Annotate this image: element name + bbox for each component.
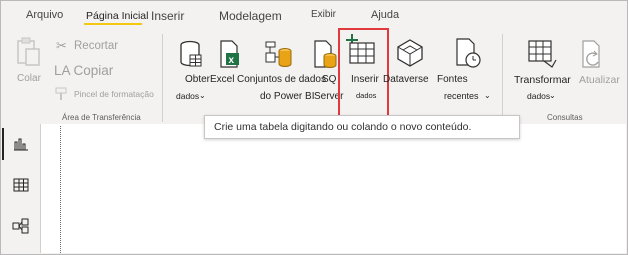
database-icon	[180, 40, 202, 67]
transform-data-icon	[528, 40, 557, 68]
chevron-down-icon: ⌄	[199, 91, 206, 100]
chevron-down-icon: ⌄	[484, 91, 491, 100]
canvas-page-boundary	[60, 126, 61, 253]
refresh-icon	[582, 40, 600, 68]
queries-group-label: Consultas	[547, 113, 583, 122]
format-painter-button[interactable]: Pincel de formatação	[74, 89, 154, 99]
data-view-icon[interactable]	[13, 178, 29, 192]
recent-sources-icon	[456, 38, 481, 68]
datasets-label: Conjuntos de dados	[237, 74, 326, 85]
copy-button[interactable]: LA Copiar	[54, 63, 113, 78]
tooltip-text: Crie uma tabela digitando ou colando o n…	[214, 121, 472, 133]
tab-inserir[interactable]: Inserir	[151, 9, 184, 23]
recent-sources-label: Fontes	[437, 74, 468, 85]
chevron-down-icon: ⌄	[549, 91, 556, 100]
refresh-label: Atualizar	[579, 74, 620, 86]
format-painter-icon	[55, 87, 67, 100]
tab-ajuda[interactable]: Ajuda	[371, 9, 399, 21]
group-separator	[502, 34, 503, 122]
recent-sources-label-2: recentes	[444, 91, 479, 101]
transform-data-label: Transformar	[514, 74, 571, 86]
active-view-indicator	[2, 128, 4, 160]
enter-data-tooltip: Crie uma tabela digitando ou colando o n…	[204, 115, 520, 139]
svg-text:x: x	[229, 55, 235, 66]
tab-modelagem[interactable]: Modelagem	[219, 9, 282, 23]
excel-label: Excel	[210, 74, 235, 85]
enter-data-highlight	[338, 28, 389, 117]
datasets-label-2: do Power BI	[260, 91, 315, 102]
cut-icon: ✂	[56, 38, 67, 53]
transform-data-label-2: dados	[527, 91, 551, 101]
sql-server-icon	[314, 40, 337, 68]
tab-pagina-inicial[interactable]: Página Inicial	[86, 10, 148, 22]
sql-server-label: SQ	[322, 74, 337, 85]
paste-label: Colar	[17, 73, 41, 84]
tab-exibir[interactable]: Exibir	[311, 9, 336, 20]
excel-icon: x	[220, 40, 239, 68]
paste-icon	[17, 37, 40, 66]
cut-button[interactable]: Recortar	[74, 40, 118, 52]
tab-arquivo[interactable]: Arquivo	[26, 9, 63, 21]
report-canvas[interactable]	[41, 124, 626, 253]
dataverse-label: Dataverse	[383, 74, 429, 85]
power-bi-dataset-icon	[265, 41, 292, 67]
clipboard-group-label: Área de Transferência	[62, 113, 141, 122]
report-view-icon[interactable]	[13, 137, 29, 151]
get-data-label-2: dados	[176, 91, 200, 101]
active-tab-indicator	[84, 23, 142, 25]
group-separator	[162, 34, 163, 122]
get-data-label: Obter	[185, 74, 211, 85]
dataverse-icon	[397, 39, 423, 67]
model-view-icon[interactable]	[12, 218, 30, 234]
